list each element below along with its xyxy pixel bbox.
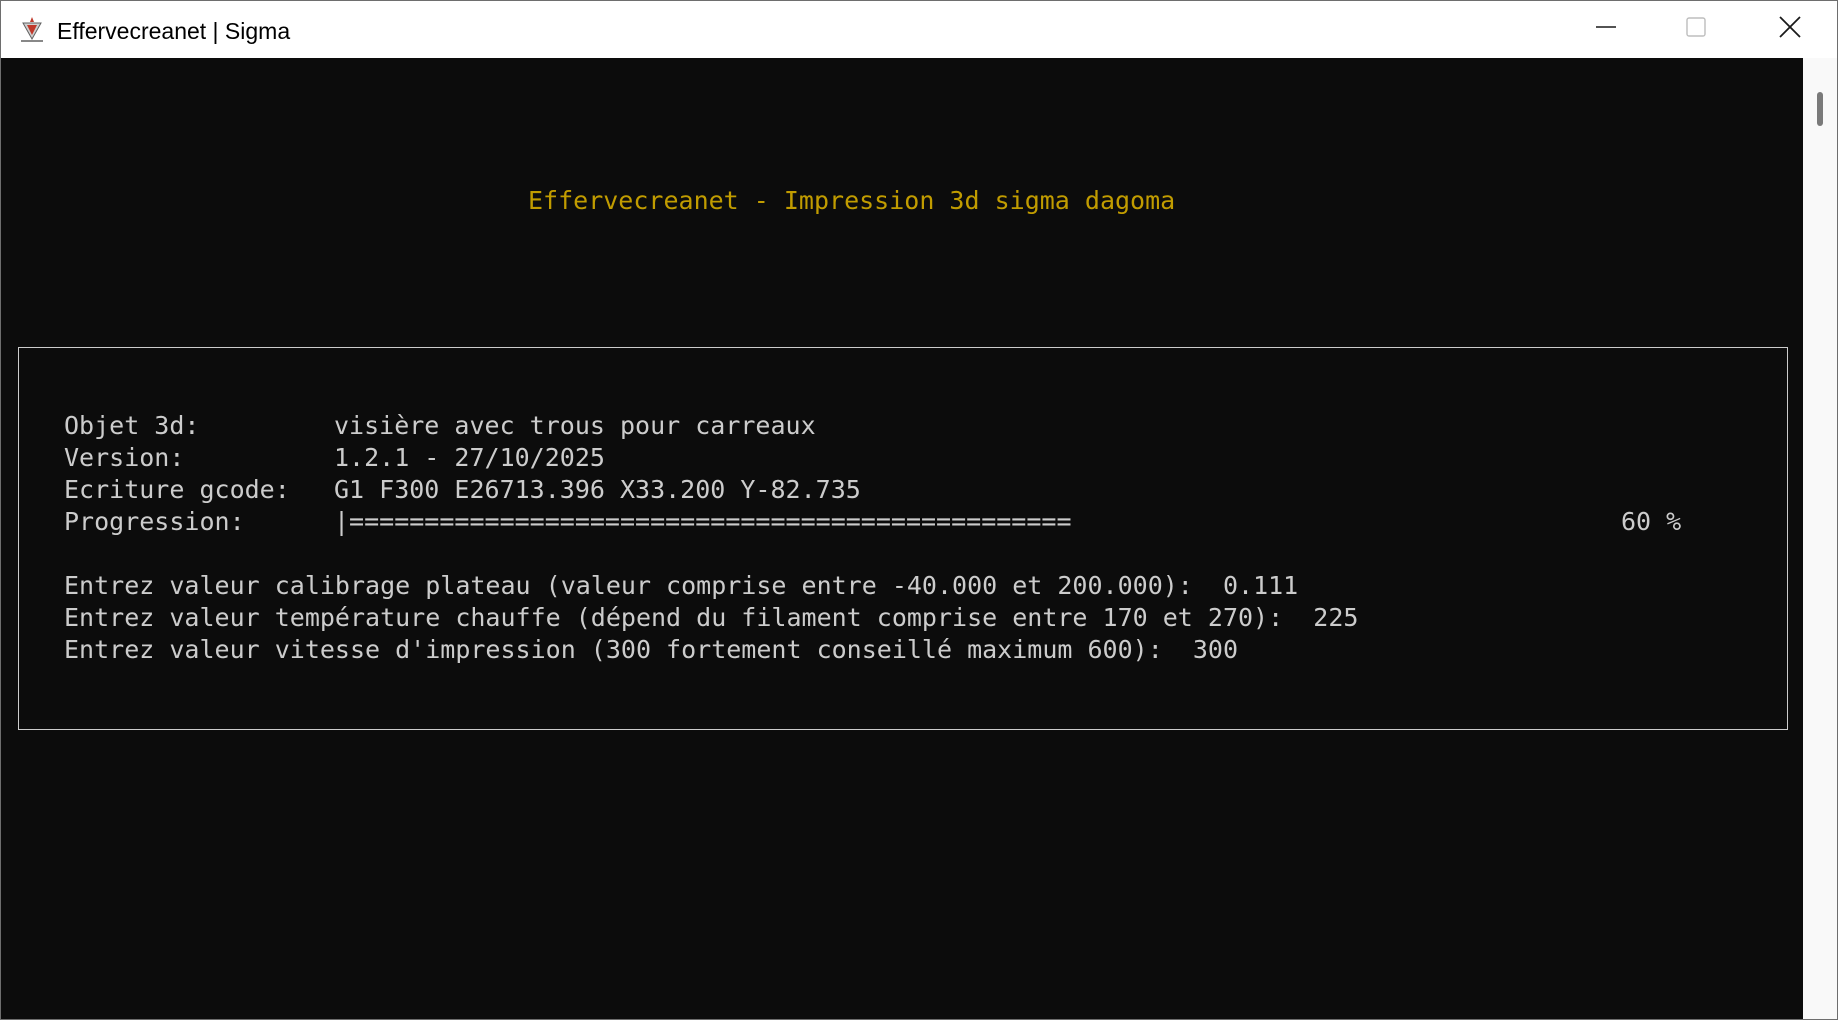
prompt-text: Entrez valeur vitesse d'impression (300 … [64, 635, 1163, 664]
minimize-button[interactable] [1561, 1, 1651, 58]
app-logo-icon [17, 15, 47, 45]
title-bar[interactable]: Effervecreanet | Sigma [1, 1, 1837, 58]
prompt-text: Entrez valeur calibrage plateau (valeur … [64, 571, 1193, 600]
field-label: Objet 3d: [64, 411, 200, 440]
field-value: 1.2.1 - 27/10/2025 [334, 443, 605, 472]
close-button[interactable] [1745, 1, 1835, 58]
prompt-answer: 225 [1313, 603, 1359, 632]
scrollbar-thumb[interactable] [1817, 92, 1823, 126]
vertical-scrollbar[interactable] [1803, 58, 1837, 1019]
console-header: Effervecreanet - Impression 3d sigma dag… [528, 186, 1176, 215]
console-output[interactable]: Effervecreanet - Impression 3d sigma dag… [1, 58, 1803, 1019]
field-row: Ecriture gcode: G1 F300 E26713.396 X33.20… [64, 474, 861, 506]
prompt-row: Entrez valeur vitesse d'impression (300 … [64, 634, 1238, 666]
field-value: G1 F300 E26713.396 X33.200 Y-82.735 [334, 475, 861, 504]
console-window: Effervecreanet | Sigma Effervecreanet - … [0, 0, 1838, 1020]
field-row: Objet 3d: visière avec trous pour carreau… [64, 410, 816, 442]
prompt-answer: 300 [1192, 635, 1239, 664]
prompt-row: Entrez valeur température chauffe (dépen… [64, 602, 1358, 634]
close-icon [1778, 15, 1802, 44]
progress-bar: |=======================================… [334, 507, 1072, 536]
field-label: Version: [64, 443, 185, 472]
prompt-row: Entrez valeur calibrage plateau (valeur … [64, 570, 1298, 602]
prompt-answer: 0.111 [1222, 571, 1299, 600]
progress-percent: 60 % [1621, 507, 1682, 536]
prompt-text: Entrez valeur température chauffe (dépen… [64, 603, 1284, 632]
maximize-button[interactable] [1651, 1, 1741, 58]
minimize-icon [1595, 16, 1617, 43]
progress-label: Progression: [64, 507, 245, 536]
status-panel: Objet 3d: visière avec trous pour carreau… [18, 347, 1788, 730]
maximize-icon [1685, 16, 1707, 43]
window-title: Effervecreanet | Sigma [57, 18, 291, 44]
field-label: Ecriture gcode: [64, 475, 290, 504]
field-row: Version: 1.2.1 - 27/10/2025 [64, 442, 605, 474]
field-value: visière avec trous pour carreaux [334, 411, 816, 440]
progress-row: Progression: |===========================… [64, 506, 1072, 538]
